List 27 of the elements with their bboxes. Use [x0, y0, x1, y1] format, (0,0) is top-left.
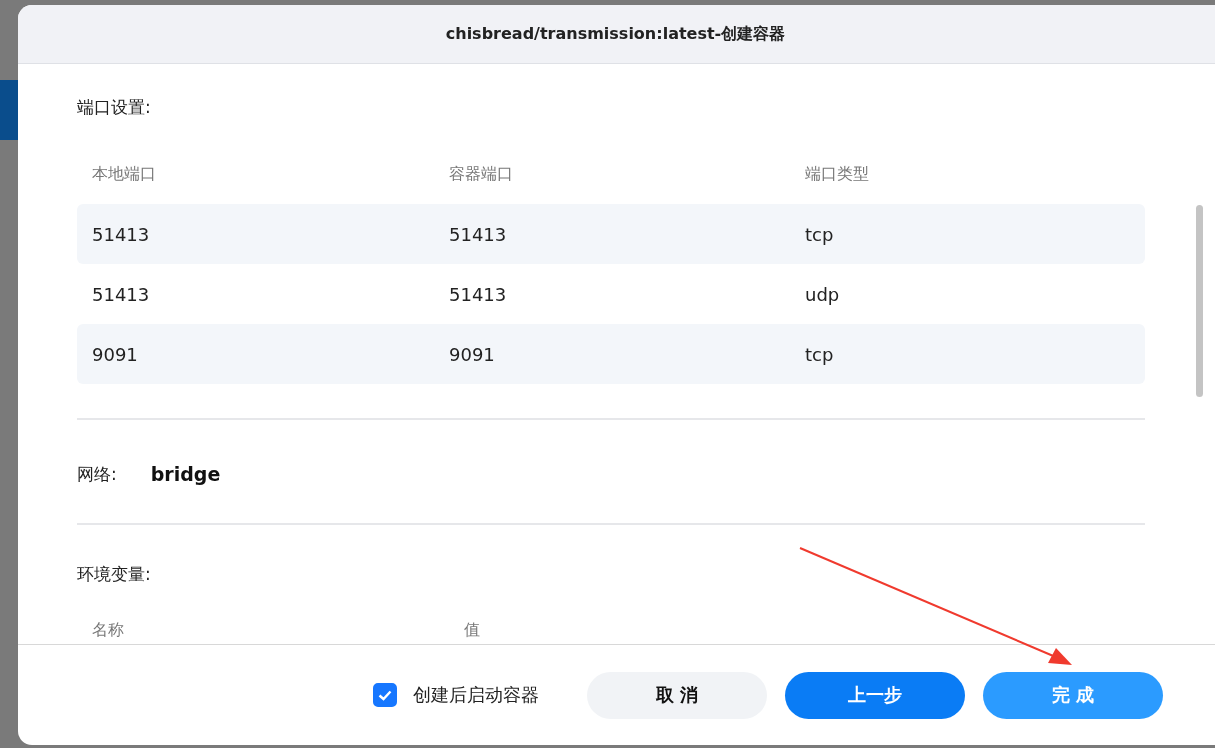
column-header: 容器端口 — [449, 163, 514, 185]
finish-button[interactable]: 完 成 — [983, 671, 1163, 719]
section-label: 端口设置: — [77, 96, 152, 119]
check-icon — [378, 689, 392, 701]
background-bar — [0, 80, 18, 140]
network-value: bridge — [150, 463, 221, 485]
back-button[interactable]: 上一步 — [785, 671, 965, 719]
dialog-title: chisbread/transmission:latest-创建容器 — [445, 23, 786, 45]
scrollbar[interactable] — [1196, 205, 1203, 397]
column-header: 端口类型 — [805, 163, 870, 185]
table-cell-text: tcp — [805, 223, 835, 245]
table-cell-text: 9091 — [449, 343, 496, 365]
cancel-button[interactable]: 取 消 — [587, 671, 767, 719]
column-header: 值 — [464, 620, 481, 641]
checkbox-label: 创建后启动容器 — [413, 683, 539, 707]
table-cell-text: tcp — [805, 343, 835, 365]
section-label: 环境变量: — [77, 563, 152, 586]
table-cell-text: 9091 — [92, 343, 139, 365]
table-cell-text: 51413 — [92, 283, 151, 305]
table-cell-text: 51413 — [92, 223, 151, 245]
network-label: 网络: — [77, 462, 117, 486]
table-cell-text: udp — [805, 283, 841, 305]
table-cell-text: 51413 — [449, 283, 508, 305]
column-header: 本地端口 — [92, 163, 157, 185]
table-cell-text: 51413 — [449, 223, 508, 245]
column-header: 名称 — [92, 620, 125, 641]
checkbox[interactable] — [373, 683, 397, 707]
